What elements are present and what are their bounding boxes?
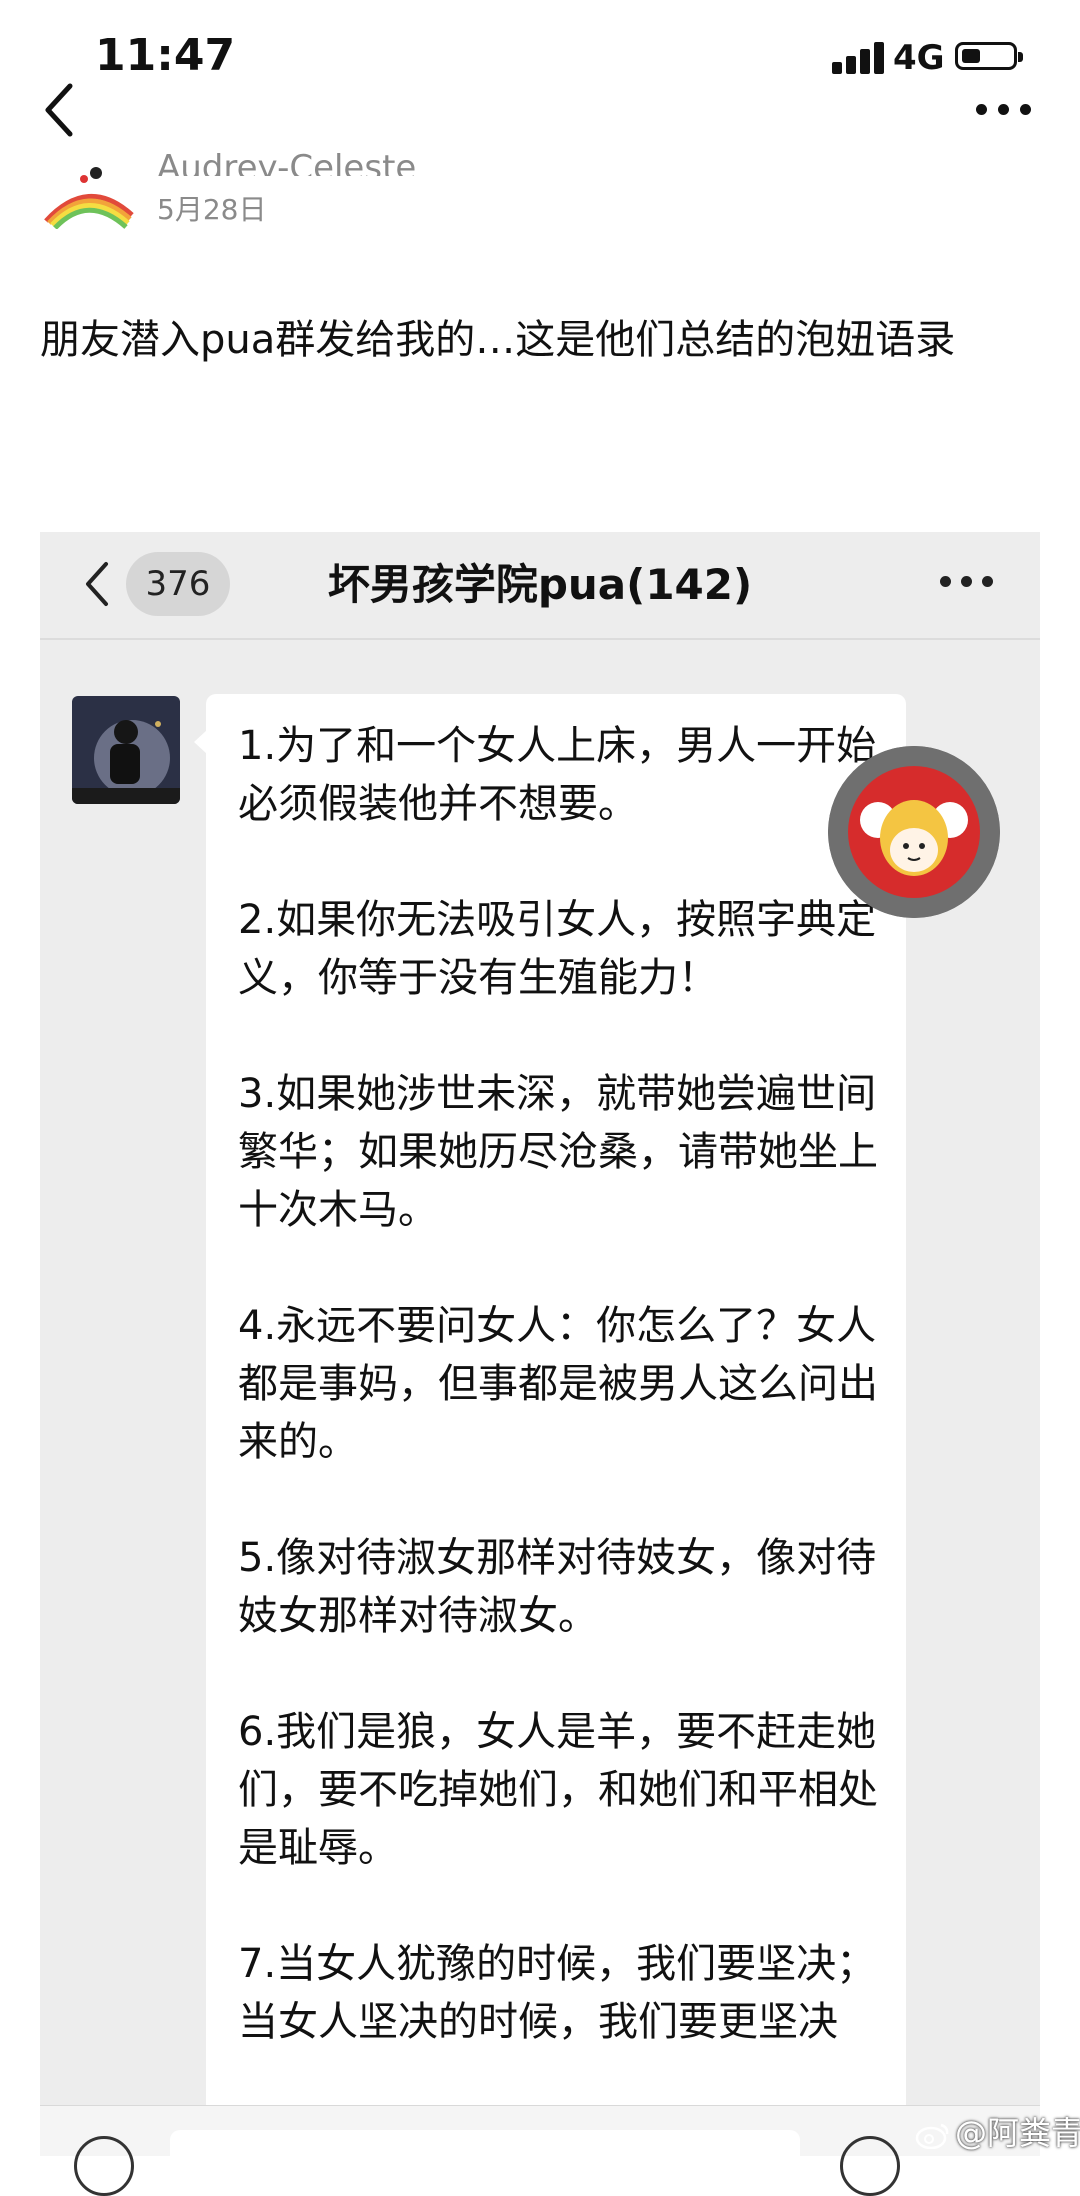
status-time: 11:47	[95, 30, 236, 81]
post-date: 5月28日	[157, 193, 267, 226]
signal-icon	[832, 40, 888, 74]
network-type: 4G	[893, 38, 945, 78]
author-avatar[interactable]	[40, 165, 136, 229]
author-name[interactable]: Audrey-Celeste	[157, 140, 416, 176]
unread-badge: 376	[126, 552, 230, 616]
chat-back-chevron-icon	[86, 562, 108, 606]
status-bar: 11:47 4G	[0, 0, 1080, 110]
battery-icon	[955, 42, 1023, 70]
voice-icon	[74, 2136, 134, 2196]
sender-avatar	[72, 696, 180, 804]
back-chevron-icon[interactable]	[38, 80, 82, 140]
sticker-badge	[828, 746, 1000, 918]
message-line: 7.当女人犹豫的时候，我们要坚决；当女人坚决的时候，我们要更坚决	[238, 1941, 877, 2045]
message-line: 4.永远不要问女人：你怎么了？女人都是事妈，但事都是被男人这么问出来的。	[238, 1303, 878, 1465]
more-dots-icon[interactable]	[972, 92, 1036, 128]
message-line: 6.我们是狼，女人是羊，要不赶走她们，要不吃掉她们，和她们和平相处是耻辱。	[238, 1709, 878, 1871]
chat-input-bar	[40, 2105, 1040, 2196]
message-line: 3.如果她涉世未深，就带她尝遍世间繁华；如果她历尽沧桑，请带她坐上十次木马。	[238, 1071, 878, 1233]
message-line: 2.如果你无法吸引女人，按照字典定义，你等于没有生殖能力！	[238, 897, 877, 1001]
watermark-text: @阿粪青	[955, 2114, 1080, 2152]
chat-input-field	[170, 2130, 800, 2170]
chat-header: 坏男孩学院pua(142) 376	[40, 532, 1040, 640]
message-text: 1.为了和一个女人上床，男人一开始必须假装他并不想要。 2.如果你无法吸引女人，…	[238, 717, 878, 2109]
message-line: 5.像对待淑女那样对待妓女，像对待妓女那样对待淑女。	[238, 1535, 877, 1639]
emoji-icon	[840, 2136, 900, 2196]
chat-more-dots-icon	[940, 576, 994, 592]
weibo-logo-icon	[915, 2123, 949, 2149]
message-line: 1.为了和一个女人上床，男人一开始必须假装他并不想要。	[238, 723, 877, 827]
watermark: @阿粪青	[915, 2108, 1080, 2154]
post-text: 朋友潜入pua群发给我的…这是他们总结的泡妞语录	[40, 317, 956, 363]
